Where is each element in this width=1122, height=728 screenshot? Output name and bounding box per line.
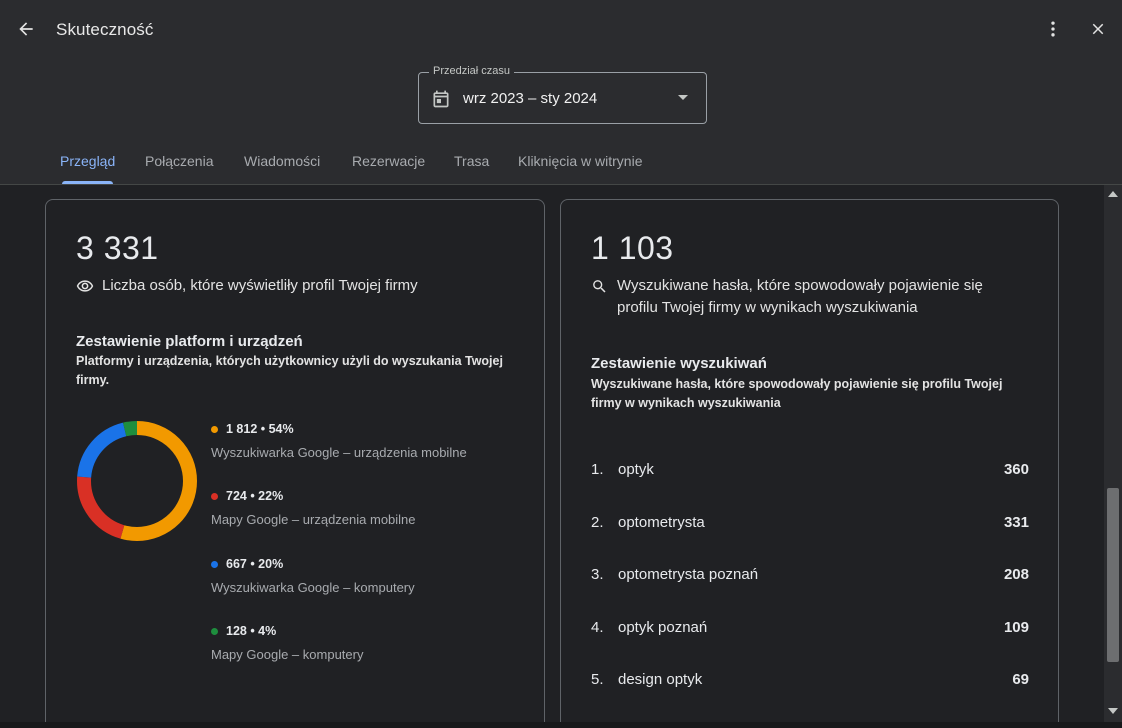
searches-count: 1 103 — [591, 230, 674, 266]
search-term: design optyk — [618, 670, 703, 688]
top-bar: Skuteczność — [0, 0, 1122, 60]
more-options-button[interactable] — [1040, 17, 1066, 45]
performance-window: Skuteczność Przedział czasu wrz 2023 – s… — [0, 0, 1122, 728]
search-term: optometrysta poznań — [618, 565, 759, 583]
legend-value: 667 • 20% — [226, 557, 284, 571]
arrow-back-icon — [16, 19, 36, 44]
searches-section-subtitle: Wyszukiwane hasła, które spowodowały poj… — [591, 377, 1003, 410]
search-term-row[interactable]: 4. optyk poznań 109 — [591, 615, 1029, 639]
legend-label: Mapy Google – komputery — [211, 647, 364, 662]
search-term-index: 2. — [591, 513, 604, 531]
tab-bar: Przegląd Połączenia Wiadomości Rezerwacj… — [0, 144, 1122, 185]
legend-dot — [211, 627, 218, 635]
close-button[interactable] — [1085, 17, 1111, 45]
search-icon — [591, 275, 617, 297]
search-term-count: 331 — [1003, 513, 1029, 531]
platforms-donut-chart — [77, 421, 197, 541]
tab-klikniecia[interactable]: Kliknięcia w witrynie — [518, 153, 642, 169]
platforms-section-subtitle: Platformy i urządzenia, których użytkown… — [76, 354, 503, 387]
close-icon — [1089, 20, 1107, 43]
search-term-count: 109 — [1003, 618, 1029, 636]
legend-label: Wyszukiwarka Google – komputery — [211, 580, 415, 595]
platforms-section-title: Zestawienie platform i urządzeń — [76, 333, 303, 350]
content-scrollbar[interactable] — [1104, 185, 1122, 728]
more-vert-icon — [1043, 19, 1063, 44]
page-title: Skuteczność — [56, 20, 154, 39]
search-term-index: 4. — [591, 618, 604, 636]
overview-content: 3 331 Liczba osób, które wyświetliły pro… — [0, 185, 1104, 728]
search-term-index: 3. — [591, 565, 604, 583]
legend-item-search-mobile: 1 812 • 54% Wyszukiwarka Google – urządz… — [211, 422, 467, 460]
searches-card: 1 103 Wyszukiwane hasła, które spowodowa… — [560, 199, 1059, 728]
scroll-up-arrow-icon[interactable] — [1108, 191, 1118, 197]
legend-item-maps-mobile: 724 • 22% Mapy Google – urządzenia mobil… — [211, 489, 416, 527]
search-term: optyk poznań — [618, 618, 708, 636]
back-button[interactable] — [12, 17, 40, 45]
profile-views-count: 3 331 — [76, 230, 159, 266]
search-term: optyk — [618, 460, 654, 478]
legend-value: 128 • 4% — [226, 624, 277, 638]
searches-label: Wyszukiwane hasła, które spowodowały poj… — [617, 277, 983, 316]
searches-label-row: Wyszukiwane hasła, które spowodowały poj… — [591, 275, 1011, 319]
profile-views-label-row: Liczba osób, które wyświetliły profil Tw… — [76, 275, 418, 297]
calendar-icon — [431, 88, 451, 115]
legend-dot — [211, 425, 218, 433]
search-term-count: 69 — [1012, 670, 1029, 688]
tab-trasa[interactable]: Trasa — [454, 153, 489, 169]
search-term: optometrysta — [618, 513, 705, 531]
date-range-select[interactable]: Przedział czasu wrz 2023 – sty 2024 — [418, 65, 707, 124]
profile-views-label: Liczba osób, które wyświetliły profil Tw… — [102, 277, 418, 294]
search-term-row[interactable]: 1. optyk 360 — [591, 457, 1029, 481]
legend-item-search-desktop: 667 • 20% Wyszukiwarka Google – komputer… — [211, 557, 415, 595]
search-term-row[interactable]: 5. design optyk 69 — [591, 667, 1029, 691]
tab-przeglad[interactable]: Przegląd — [60, 153, 115, 169]
search-term-index: 1. — [591, 460, 604, 478]
search-term-count: 360 — [1003, 460, 1029, 478]
legend-label: Wyszukiwarka Google – urządzenia mobilne — [211, 445, 467, 460]
legend-value: 724 • 22% — [226, 489, 284, 503]
search-term-count: 208 — [1003, 565, 1029, 583]
tab-rezerwacje[interactable]: Rezerwacje — [352, 153, 425, 169]
legend-dot — [211, 560, 218, 568]
legend-dot — [211, 492, 218, 500]
legend-value: 1 812 • 54% — [226, 422, 294, 436]
scrollbar-thumb[interactable] — [1107, 488, 1119, 662]
eye-icon — [76, 275, 102, 297]
search-term-index: 5. — [591, 670, 604, 688]
legend-label: Mapy Google – urządzenia mobilne — [211, 512, 416, 527]
tab-wiadomosci[interactable]: Wiadomości — [244, 153, 320, 169]
search-term-row[interactable]: 3. optometrysta poznań 208 — [591, 562, 1029, 586]
searches-section-title: Zestawienie wyszukiwań — [591, 355, 767, 372]
scroll-down-arrow-icon[interactable] — [1108, 708, 1118, 714]
date-range-value: wrz 2023 – sty 2024 — [463, 90, 598, 107]
bottom-edge — [0, 722, 1122, 728]
search-term-row[interactable]: 2. optometrysta 331 — [591, 510, 1029, 534]
active-tab-indicator — [62, 181, 113, 184]
legend-item-maps-desktop: 128 • 4% Mapy Google – komputery — [211, 624, 363, 662]
date-range-label: Przedział czasu — [429, 65, 515, 77]
arrow-drop-down-icon — [678, 95, 688, 100]
tab-polaczenia[interactable]: Połączenia — [145, 153, 214, 169]
profile-views-card: 3 331 Liczba osób, które wyświetliły pro… — [45, 199, 545, 728]
